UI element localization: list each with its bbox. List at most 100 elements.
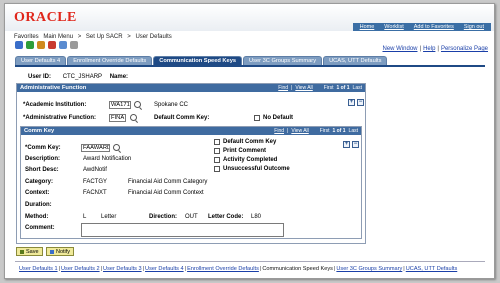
add-row-button[interactable]: +	[343, 141, 350, 148]
footer-links: User Defaults 1|User Defaults 2|User Def…	[19, 266, 458, 272]
category-desc: Financial Aid Comm Category	[128, 179, 208, 185]
activity-completed-checkbox[interactable]	[214, 157, 220, 163]
find-link[interactable]: Find	[278, 85, 288, 91]
breadcrumb-main-menu[interactable]: Main Menu	[43, 34, 73, 40]
default-comm-key-checkbox-label: Default Comm Key	[223, 139, 277, 145]
home-link[interactable]: Home	[355, 24, 380, 30]
delete-row-button[interactable]: −	[357, 99, 364, 106]
short-desc-value: AwdNotif	[83, 167, 107, 173]
save-button[interactable]: Save	[16, 247, 43, 256]
view-all-link[interactable]: View All	[295, 85, 312, 91]
footer-link-ucas-utt-defaults[interactable]: UCAS, UTT Defaults	[406, 266, 458, 272]
user-id-row: User ID: CTC_JSHARP Name:	[28, 74, 128, 80]
unsuccessful-outcome-checkbox[interactable]	[214, 166, 220, 172]
administrative-function-title: Administrative Function	[20, 85, 87, 91]
context-value: FACNXT	[83, 190, 107, 196]
worklist-icon[interactable]	[59, 41, 67, 49]
description-value: Award Notification	[83, 156, 132, 162]
row-count: 1 of 1	[336, 85, 350, 91]
search-icon[interactable]	[130, 114, 137, 121]
header-banner: ORACLE Home Worklist Add to Favorites Si…	[5, 4, 494, 31]
tab-user-defaults-4[interactable]: User Defaults 4	[15, 56, 67, 65]
letter-code-value: L80	[251, 214, 262, 220]
administrative-function-input[interactable]: FINA	[109, 114, 126, 122]
comm-key-section: Comm Key Find | View All First 1 of 1 La…	[20, 126, 362, 239]
comment-textarea[interactable]	[81, 223, 284, 237]
save-icon	[20, 249, 24, 254]
direction-value: OUT	[185, 214, 198, 220]
footer-link-enrollment-override-defaults[interactable]: Enrollment Override Defaults	[187, 266, 259, 272]
comment-label: Comment:	[25, 225, 55, 231]
add-to-favorites-link[interactable]: Add to Favorites	[409, 24, 459, 30]
unsuccessful-outcome-label: Unsuccessful Outcome	[223, 166, 290, 172]
footer-link-user-defaults-1[interactable]: User Defaults 1	[19, 266, 58, 272]
info-icon[interactable]	[26, 41, 34, 49]
tab-user-3c-groups-summary[interactable]: User 3C Groups Summary	[243, 56, 323, 65]
academic-institution-input[interactable]: WA171	[109, 101, 131, 109]
search-icon[interactable]	[113, 144, 120, 151]
academic-institution-desc: Spokane CC	[154, 102, 189, 108]
row-count: 1 of 1	[332, 128, 346, 134]
sign-out-link[interactable]: Sign out	[459, 24, 489, 30]
footer-link-user-defaults-2[interactable]: User Defaults 2	[61, 266, 100, 272]
method-value: L	[83, 214, 87, 220]
direction-label: Direction:	[149, 214, 178, 220]
breadcrumb-favorites[interactable]: Favorites	[14, 34, 39, 40]
delete-row-button[interactable]: −	[352, 141, 359, 148]
help-link[interactable]: Help	[423, 46, 435, 52]
administrative-function-header: Administrative Function Find | View All …	[17, 84, 365, 92]
last-label: Last	[348, 128, 358, 134]
find-link[interactable]: Find	[274, 128, 284, 134]
footer-link-user-3c-groups-summary[interactable]: User 3C Groups Summary	[336, 266, 402, 272]
first-label: First	[323, 85, 334, 91]
duration-label: Duration:	[25, 202, 52, 208]
notify-icon	[50, 249, 54, 254]
context-desc: Financial Aid Comm Context	[128, 190, 204, 196]
academic-institution-label: *Academic Institution:	[23, 102, 87, 108]
notify-button-label: Notify	[56, 248, 71, 255]
activity-completed-label: Activity Completed	[223, 157, 278, 163]
new-window-link[interactable]: New Window	[382, 46, 417, 52]
user-id-value: CTC_JSHARP	[62, 74, 103, 80]
description-label: Description:	[25, 156, 61, 162]
tab-enrollment-override-defaults[interactable]: Enrollment Override Defaults	[67, 56, 153, 65]
comm-key-input[interactable]: FAAWARD	[81, 144, 110, 152]
gear-icon[interactable]	[37, 41, 45, 49]
search-icon[interactable]	[134, 101, 141, 108]
print-comment-checkbox[interactable]	[214, 148, 220, 154]
breadcrumb-separator: >	[77, 34, 82, 40]
tab-communication-speed-keys[interactable]: Communication Speed Keys	[153, 56, 243, 65]
user-name-label: Name:	[109, 74, 129, 80]
print-comment-label: Print Comment	[223, 148, 267, 154]
no-default-label: No Default	[263, 115, 293, 121]
footer-link-user-defaults-4[interactable]: User Defaults 4	[145, 266, 184, 272]
default-comm-key-label: Default Comm Key:	[154, 115, 210, 121]
breadcrumb-user-defaults: User Defaults	[135, 34, 172, 40]
personalize-page-link[interactable]: Personalize Page	[441, 46, 488, 52]
toolbar-icons	[15, 41, 78, 49]
comm-key-title: Comm Key	[24, 128, 55, 134]
footer-link-user-defaults-3[interactable]: User Defaults 3	[103, 266, 142, 272]
notepad-icon[interactable]	[70, 41, 78, 49]
tab-ucas-utt-defaults[interactable]: UCAS, UTT Defaults	[323, 56, 388, 65]
comm-key-label: *Comm Key:	[25, 145, 61, 151]
default-comm-key-checkbox[interactable]	[214, 139, 220, 145]
tab-underline	[15, 65, 485, 67]
context-label: Context:	[25, 190, 50, 196]
top-links-bar: Home Worklist Add to Favorites Sign out	[352, 23, 491, 31]
help-icon[interactable]	[15, 41, 23, 49]
no-default-checkbox[interactable]	[254, 115, 260, 121]
administrative-function-label: *Administrative Function:	[23, 115, 97, 121]
add-row-button[interactable]: +	[348, 99, 355, 106]
notify-button[interactable]: Notify	[46, 247, 75, 256]
worklist-link[interactable]: Worklist	[379, 24, 408, 30]
category-label: Category:	[25, 179, 54, 185]
breadcrumb: Favorites Main Menu > Set Up SACR > User…	[14, 34, 175, 40]
add-icon[interactable]	[48, 41, 56, 49]
footer-link-communication-speed-keys: Communication Speed Keys	[262, 266, 333, 272]
view-all-link[interactable]: View All	[291, 128, 308, 134]
admin-function-nav: Find | View All First 1 of 1 Last	[278, 85, 362, 91]
method-desc: Letter	[101, 214, 117, 220]
breadcrumb-separator: >	[127, 34, 131, 40]
breadcrumb-setup-sacr[interactable]: Set Up SACR	[86, 34, 123, 40]
